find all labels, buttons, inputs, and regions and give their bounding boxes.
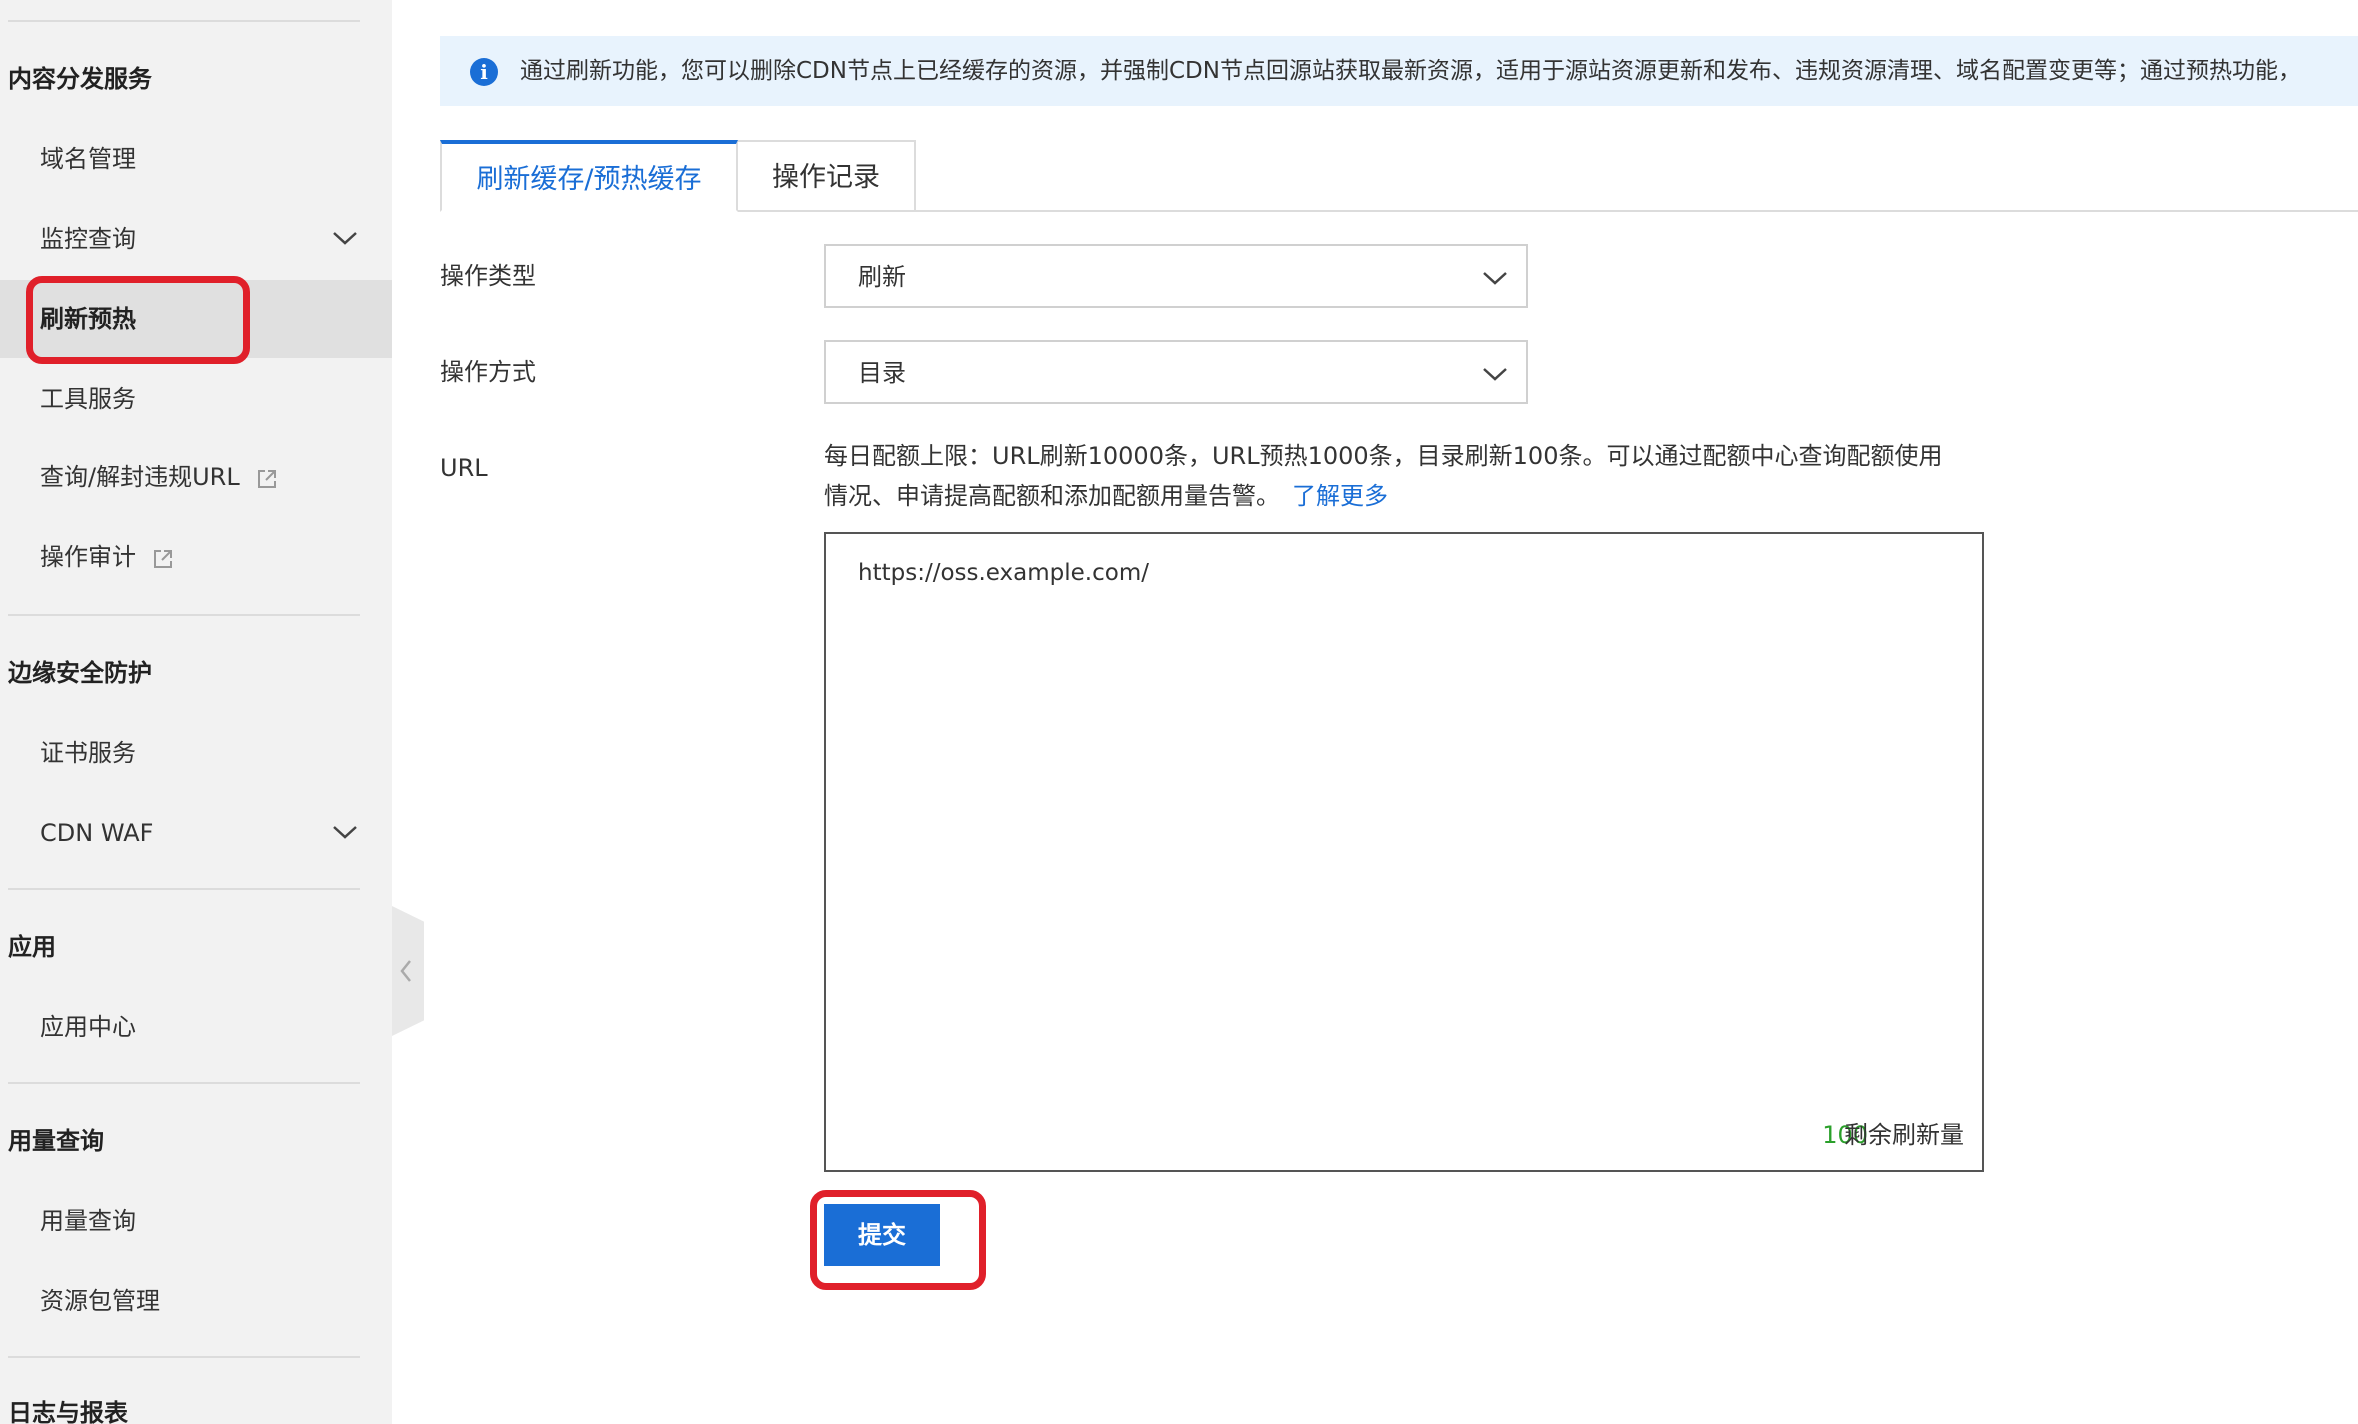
learn-more-link[interactable]: 了解更多 [1292,482,1388,510]
sidebar-item-domain-management[interactable]: 域名管理 [0,120,392,198]
notice-text: 通过刷新功能，您可以删除CDN节点上已经缓存的资源，并强制CDN节点回源站获取最… [520,58,2301,84]
op-type-select[interactable]: 刷新 [824,244,1528,308]
group-title-content-delivery: 内容分发服务 [8,65,152,93]
quota-note: 每日配额上限：URL刷新10000条，URL预热1000条，目录刷新100条。可… [824,436,1964,516]
sidebar-collapse-handle[interactable] [392,906,424,1036]
divider [8,20,360,22]
sidebar-item-label: 工具服务 [40,385,136,413]
sidebar-item-certificates[interactable]: 证书服务 [0,714,392,792]
divider [8,1082,360,1084]
op-type-label: 操作类型 [440,262,536,290]
op-method-select[interactable]: 目录 [824,340,1528,404]
sidebar-item-audit[interactable]: 操作审计 [0,518,392,596]
sidebar-item-cdn-waf[interactable]: CDN WAF [0,794,392,872]
chevron-left-icon [400,960,411,982]
chevron-down-icon [333,826,357,839]
sidebar: 内容分发服务 域名管理 监控查询 刷新预热 工具服务 查询/解封违规URL 操作… [0,0,392,1424]
chevron-down-icon [1483,368,1507,381]
sidebar-item-resource-packages[interactable]: 资源包管理 [0,1262,392,1340]
highlight-box-sidebar [26,276,250,364]
sidebar-item-label: 监控查询 [40,225,136,253]
notice-banner: i 通过刷新功能，您可以删除CDN节点上已经缓存的资源，并强制CDN节点回源站获… [440,36,2358,106]
sidebar-item-app-center[interactable]: 应用中心 [0,988,392,1066]
url-label: URL [440,454,488,482]
divider [8,1356,360,1358]
group-title-usage: 用量查询 [8,1127,104,1155]
sidebar-item-label: 应用中心 [40,1013,136,1041]
url-textarea[interactable]: https://oss.example.com/ 100 剩余刷新量 [824,532,1984,1172]
remaining-count-label: 剩余刷新量 [1844,1121,1964,1149]
tab-operation-records[interactable]: 操作记录 [736,140,916,212]
url-textarea-value: https://oss.example.com/ [858,560,1149,586]
sidebar-item-violation-url[interactable]: 查询/解封违规URL [0,438,392,516]
tab-refresh-preload[interactable]: 刷新缓存/预热缓存 [440,140,738,212]
sidebar-item-usage-query[interactable]: 用量查询 [0,1182,392,1260]
group-title-edge-security: 边缘安全防护 [8,659,152,687]
sidebar-item-label: 查询/解封违规URL [40,463,240,491]
op-type-value: 刷新 [858,263,906,291]
tab-bar: 刷新缓存/预热缓存 操作记录 [440,140,2358,212]
external-link-icon [258,470,276,488]
divider [8,888,360,890]
sidebar-item-label: CDN WAF [40,819,154,847]
divider [8,614,360,616]
external-link-icon [154,550,172,568]
group-title-logs-reports: 日志与报表 [8,1399,128,1424]
info-icon: i [470,58,498,86]
sidebar-item-label: 用量查询 [40,1207,136,1235]
op-method-value: 目录 [858,359,906,387]
sidebar-item-monitoring[interactable]: 监控查询 [0,200,392,278]
group-title-apps: 应用 [8,933,56,961]
op-method-label: 操作方式 [440,358,536,386]
sidebar-item-label: 域名管理 [40,145,136,173]
highlight-box-submit [810,1190,986,1290]
sidebar-item-label: 证书服务 [40,739,136,767]
sidebar-item-tools[interactable]: 工具服务 [0,360,392,438]
sidebar-item-label: 操作审计 [40,543,136,571]
chevron-down-icon [333,232,357,245]
sidebar-item-label: 资源包管理 [40,1287,160,1315]
chevron-down-icon [1483,272,1507,285]
